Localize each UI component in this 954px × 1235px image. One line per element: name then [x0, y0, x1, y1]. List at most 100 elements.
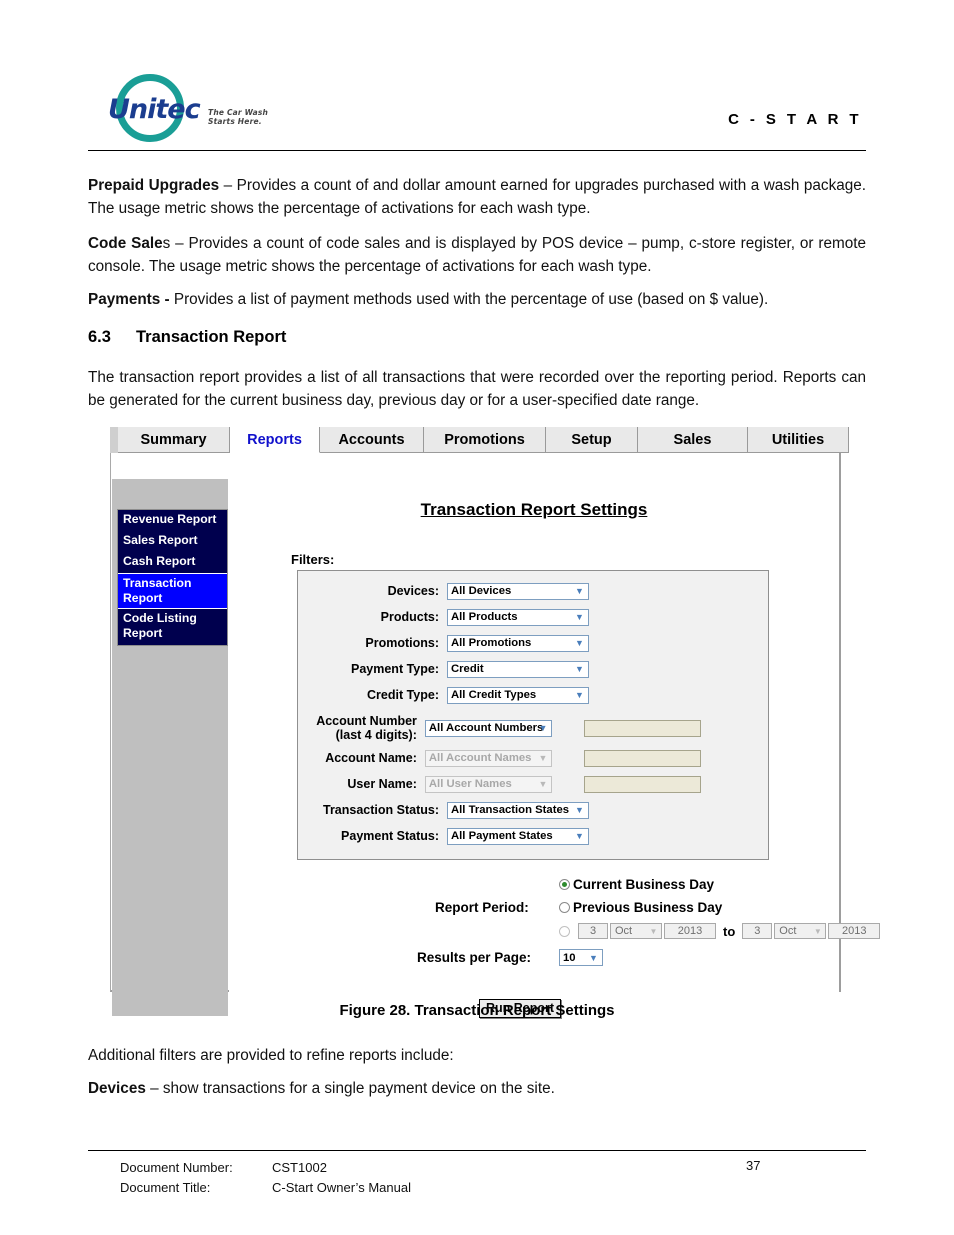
filter-select-value: All Promotions — [451, 637, 532, 649]
paragraph-code-sales: Code Sales – Provides a count of code sa… — [88, 232, 866, 279]
paragraph-additional-filters: Additional filters are provided to refin… — [88, 1047, 454, 1064]
filter-row-transaction-status: Transaction Status: All Transaction State… — [229, 797, 701, 823]
section-heading: 6.3 Transaction Report — [88, 328, 866, 347]
filter-row-user-name: User Name: All User Names ▼ — [229, 771, 701, 797]
paragraph-transaction-intro: The transaction report provides a list o… — [88, 369, 866, 410]
paragraph-payments-text: Provides a list of payment methods used … — [169, 291, 769, 308]
filter-select[interactable]: All Devices ▼ — [447, 582, 589, 600]
from-day-field[interactable]: 3 — [578, 923, 608, 939]
paragraph-code-sales-text: s – Provides a count of code sales and i… — [88, 235, 866, 276]
filter-label: Account Name: — [325, 751, 417, 765]
app-sidebar: Revenue Report Sales Report Cash Report Tra… — [112, 479, 228, 1016]
tab-setup[interactable]: Setup — [546, 427, 638, 453]
footer-doc-number-row: Document Number: CST1002 — [120, 1158, 411, 1178]
tab-promotions[interactable]: Promotions — [424, 427, 546, 453]
chevron-down-icon: ▼ — [538, 723, 548, 733]
filter-select-value: All User Names — [428, 778, 512, 790]
filter-select[interactable]: All Credit Types ▼ — [447, 686, 589, 704]
radio-current-business-day[interactable]: Current Business Day — [559, 877, 714, 892]
radio-previous-business-day-label: Previous Business Day — [573, 900, 723, 915]
filter-row-promotions: Promotions: All Promotions ▼ — [229, 630, 701, 656]
filter-select-value: All Account Names — [428, 752, 532, 764]
tab-label: Summary — [140, 431, 207, 448]
radio-previous-business-day-icon[interactable] — [559, 902, 570, 913]
filter-label-line1: Account Number — [316, 714, 417, 728]
filter-label: Payment Status: — [341, 829, 439, 843]
footer-doc-title-key: Document Title: — [120, 1179, 211, 1195]
filter-label: Account Number (last 4 digits): — [229, 714, 425, 742]
to-year-field[interactable]: 2013 — [828, 923, 881, 939]
filter-row-devices: Devices: All Devices ▼ — [229, 578, 701, 604]
app-content-area: Transaction Report Settings Filters: Dev… — [229, 480, 881, 1018]
to-month-select[interactable]: Oct ▼ — [774, 923, 827, 939]
filter-label: Devices: — [387, 584, 439, 598]
filter-select: All User Names ▼ — [424, 775, 553, 793]
filter-select[interactable]: All Products ▼ — [447, 608, 589, 626]
tab-label: Reports — [247, 431, 302, 448]
chevron-down-icon: ▼ — [649, 926, 658, 936]
paragraph-devices: Devices – show transactions for a single… — [88, 1077, 866, 1100]
filter-text-input[interactable] — [584, 749, 701, 767]
filter-select[interactable]: All Account Numbers ▼ — [424, 719, 553, 737]
paragraph-devices-text: – show transactions for a single payment… — [145, 1080, 555, 1097]
date-range-row[interactable]: 3 Oct ▼ 2013 to 3 Oct ▼ 2013 — [559, 923, 882, 939]
chevron-down-icon: ▼ — [575, 831, 584, 841]
filter-select-value: All Credit Types — [451, 689, 537, 701]
filter-select-value: All Devices — [451, 585, 512, 597]
chevron-down-icon: ▼ — [538, 779, 548, 789]
from-month-select[interactable]: Oct ▼ — [610, 923, 662, 939]
to-month-value: Oct — [779, 925, 797, 937]
chevron-down-icon: ▼ — [575, 586, 584, 596]
radio-date-range-icon[interactable] — [559, 925, 570, 937]
filter-select-value: All Transaction States — [451, 804, 570, 816]
sidebar-item-sales-report[interactable]: Sales Report — [118, 531, 227, 552]
tab-utilities[interactable]: Utilities — [748, 427, 849, 453]
tab-label: Sales — [673, 431, 712, 448]
filter-row-products: Products: All Products ▼ — [229, 604, 701, 630]
radio-current-business-day-icon[interactable] — [559, 879, 570, 890]
radio-previous-business-day[interactable]: Previous Business Day — [559, 900, 722, 915]
tab-summary[interactable]: Summary — [118, 427, 230, 453]
chevron-down-icon: ▼ — [538, 753, 548, 763]
from-year-field[interactable]: 2013 — [664, 923, 716, 939]
filter-row-payment-type: Payment Type: Credit ▼ — [229, 656, 701, 682]
filter-select[interactable]: All Promotions ▼ — [447, 634, 589, 652]
sidebar-item-transaction-report[interactable]: Transaction Report — [118, 572, 227, 610]
tab-accounts[interactable]: Accounts — [320, 427, 424, 453]
app-body: Revenue Report Sales Report Cash Report Tra… — [110, 453, 881, 1018]
tab-label: Utilities — [771, 431, 825, 448]
filter-label: Promotions: — [365, 636, 439, 650]
filter-select[interactable]: Credit ▼ — [447, 660, 589, 678]
results-per-page-select[interactable]: 10 ▼ — [559, 949, 603, 966]
filter-row-payment-status: Payment Status: All Payment States ▼ — [229, 823, 701, 849]
results-per-page-value: 10 — [563, 951, 576, 964]
date-range-to-label: to — [723, 923, 736, 939]
chevron-down-icon: ▼ — [575, 664, 584, 674]
filter-label: Payment Type: — [351, 662, 439, 676]
page-footer: Document Number: CST1002 Document Title: C… — [120, 1158, 411, 1197]
tab-reports[interactable]: Reports — [230, 427, 320, 453]
term-payments: Payments - — [88, 291, 170, 308]
filter-select: All Account Names ▼ — [424, 749, 553, 767]
chevron-down-icon: ▼ — [575, 805, 584, 815]
tab-sales[interactable]: Sales — [638, 427, 748, 453]
chevron-down-icon: ▼ — [589, 952, 598, 963]
sidebar-item-code-listing-report[interactable]: Code Listing Report — [118, 609, 227, 646]
header-product-title: C - S T A R T — [728, 111, 862, 128]
term-prepaid-upgrades: Prepaid Upgrades — [88, 177, 220, 194]
header-divider — [88, 150, 866, 151]
filter-select[interactable]: All Transaction States ▼ — [447, 801, 589, 819]
filter-label: Transaction Status: — [323, 803, 439, 817]
filter-text-input[interactable] — [584, 719, 701, 737]
term-code-sales: Code Sale — [88, 235, 163, 252]
sidebar-item-revenue-report[interactable]: Revenue Report — [118, 510, 227, 531]
to-day-field[interactable]: 3 — [742, 923, 773, 939]
logo-tagline: The Car Wash Starts Here. — [208, 108, 269, 126]
unitec-logo: Unitec The Car Wash Starts Here. — [108, 72, 293, 148]
embedded-app-screenshot: Summary Reports Accounts Promotions Setup Sal… — [110, 427, 881, 1018]
filter-select[interactable]: All Payment States ▼ — [447, 827, 589, 845]
filter-text-input[interactable] — [584, 775, 701, 793]
panel-title: Transaction Report Settings — [420, 500, 648, 519]
chevron-down-icon: ▼ — [575, 612, 584, 622]
sidebar-item-cash-report[interactable]: Cash Report — [118, 552, 227, 573]
